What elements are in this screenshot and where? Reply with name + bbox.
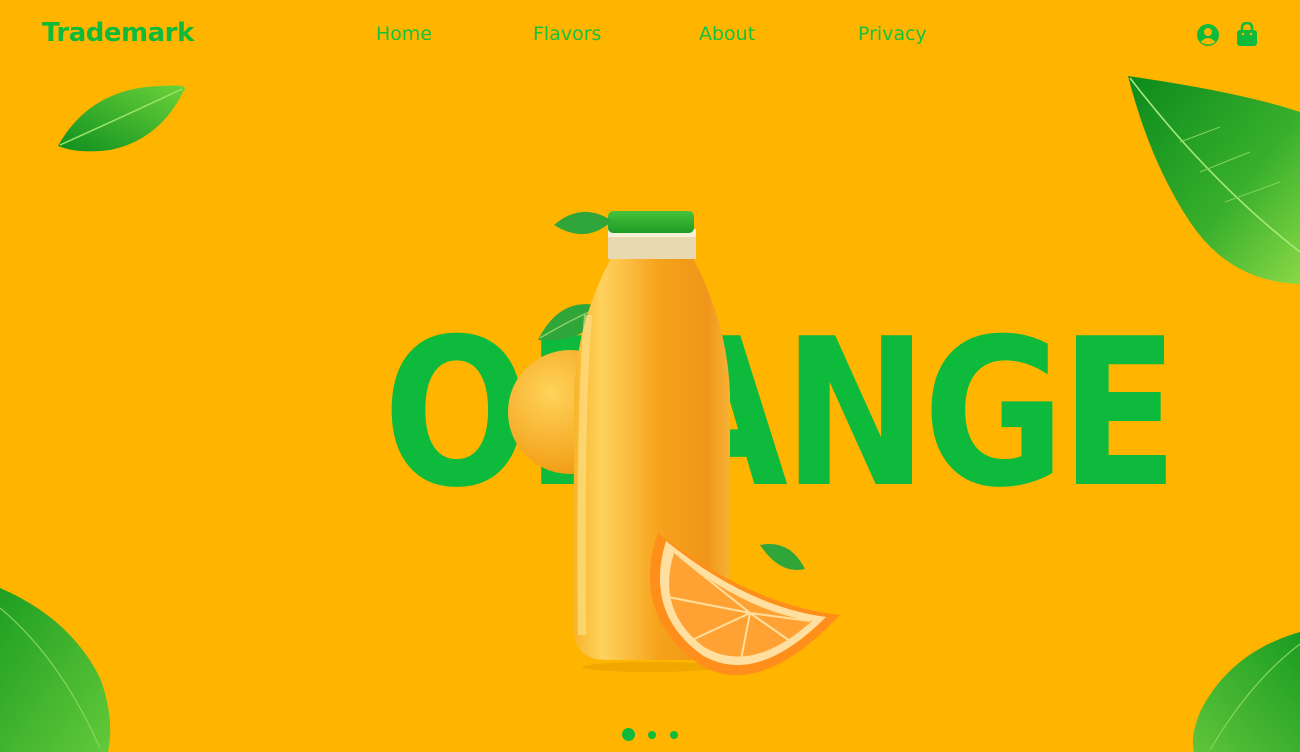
leaf-top-right-icon: [1128, 76, 1300, 284]
leaf-bottom-left-icon: [0, 588, 111, 752]
nav-home[interactable]: Home: [376, 23, 432, 45]
user-circle-icon[interactable]: [1195, 22, 1221, 48]
leaf-bottom-right-icon: [1192, 632, 1300, 752]
slide-dot-1[interactable]: [622, 728, 635, 741]
orange-slice-icon: [650, 533, 840, 676]
site-header: Trademark Home Flavors About Privacy: [0, 0, 1300, 70]
leaf-top-left-icon: [58, 85, 185, 152]
nav-flavors[interactable]: Flavors: [533, 23, 601, 45]
slider-pagination: [620, 726, 690, 744]
slide-dot-2[interactable]: [648, 731, 656, 739]
slide-dot-3[interactable]: [670, 731, 678, 739]
nav-about[interactable]: About: [699, 23, 755, 45]
nav-privacy[interactable]: Privacy: [858, 23, 927, 45]
shopping-bag-icon[interactable]: [1235, 21, 1261, 48]
brand-logo[interactable]: Trademark: [42, 18, 194, 48]
